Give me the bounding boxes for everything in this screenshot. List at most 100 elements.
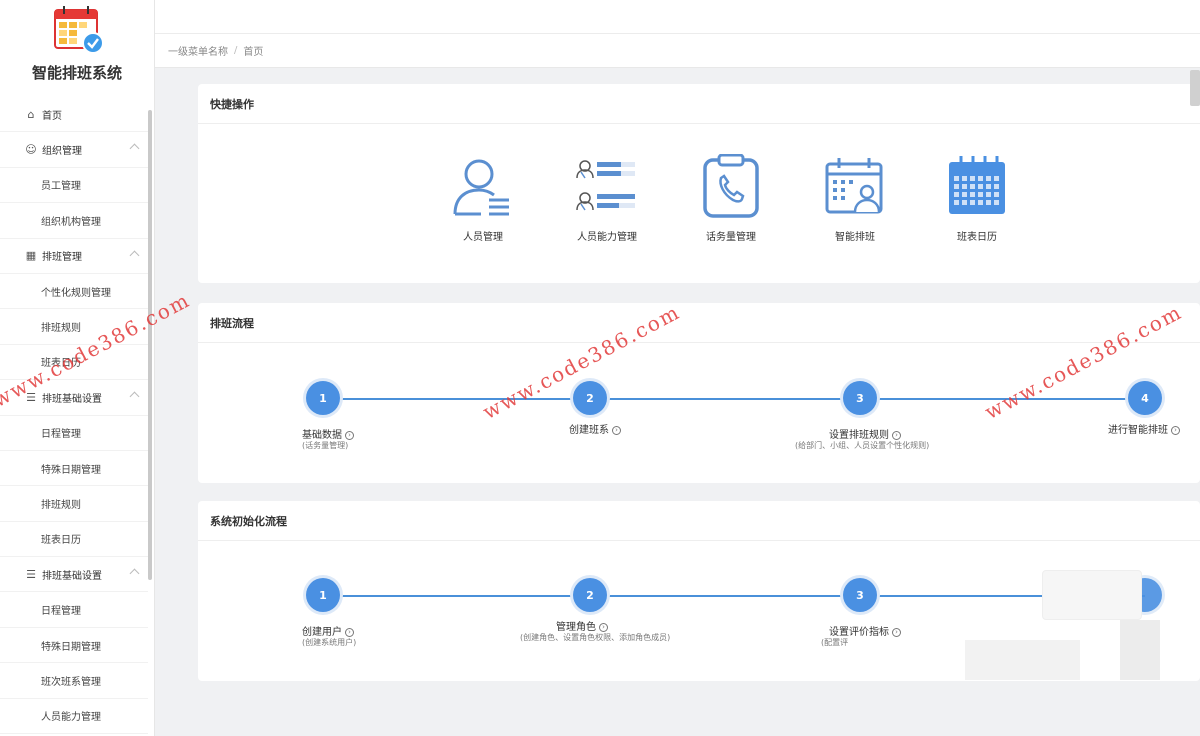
sidebar-item-label: 日程管理: [41, 606, 81, 618]
sidebar-item-label: 班次班系管理: [41, 676, 101, 688]
top-header: [155, 0, 1200, 34]
sidebar-item[interactable]: 人员能力管理: [0, 699, 148, 735]
home-icon: ⌂: [27, 107, 35, 121]
quick-actions-title: 快捷操作: [198, 84, 1200, 124]
sidebar-item-label: 班表日历: [41, 535, 81, 547]
circle-arrow-icon: ›: [612, 425, 621, 435]
app-logo-icon: [54, 6, 104, 54]
step-label-text: 创建班系: [569, 425, 609, 436]
quick-action-label: 人员管理: [463, 232, 503, 243]
sidebar-item[interactable]: 日程管理: [0, 592, 148, 628]
users-icon: ☺: [25, 143, 37, 157]
sidebar-item[interactable]: 组织机构管理: [0, 203, 148, 239]
step-label-text: 进行智能排班: [1108, 425, 1168, 436]
sidebar-item-label: 日程管理: [41, 429, 81, 441]
schedule-step-3-sub: (给部门、小组、人员设置个性化规则): [795, 441, 930, 450]
sidebar-item[interactable]: 班表日历: [0, 522, 148, 558]
sidebar-item-label: 排班管理: [42, 252, 82, 264]
overlay-patch: [1120, 620, 1160, 680]
page-scrollbar[interactable]: [1190, 70, 1200, 106]
sidebar-item-label: 特殊日期管理: [41, 641, 101, 653]
breadcrumb-current: 首页: [243, 47, 264, 58]
app-title: 智能排班系统: [31, 64, 122, 82]
phone-clipboard-icon: [703, 154, 759, 218]
sidebar-item[interactable]: 特殊日期管理: [0, 628, 148, 664]
breadcrumb-separator: /: [234, 45, 238, 56]
init-step-1-label[interactable]: 创建用户 ›: [302, 623, 354, 638]
sidebar-item-label: 组织机构管理: [41, 216, 101, 228]
calendar-grid-icon: [949, 156, 1005, 214]
sidebar-item-label: 排班基础设置: [42, 393, 102, 405]
init-step-2-sub: (创建角色、设置角色权限、添加角色成员): [520, 633, 671, 642]
init-flow-line: [323, 595, 1145, 597]
init-step-3-sub: (配置评: [821, 638, 849, 647]
chevron-up-icon[interactable]: [129, 391, 140, 402]
circle-arrow-icon: ›: [1171, 425, 1180, 435]
circle-arrow-icon: ›: [345, 430, 354, 440]
sidebar-item-label: 个性化规则管理: [41, 287, 111, 299]
init-step-3-label[interactable]: 设置评价指标 ›: [829, 623, 901, 638]
quick-action-skills-management[interactable]: 人员能力管理: [562, 154, 652, 243]
chevron-up-icon[interactable]: [129, 568, 140, 579]
schedule-step-2[interactable]: 2: [573, 381, 607, 415]
sidebar-item[interactable]: 员工管理: [0, 168, 148, 204]
overlay-logo-patch: [1042, 570, 1142, 620]
schedule-step-1-label[interactable]: 基础数据 ›: [302, 426, 354, 441]
quick-action-label: 人员能力管理: [577, 232, 637, 243]
sidebar-item[interactable]: ☺ 组织管理: [0, 132, 148, 168]
sidebar-scrollbar[interactable]: [148, 110, 152, 580]
breadcrumb-parent[interactable]: 一级菜单名称: [168, 43, 228, 58]
init-step-2[interactable]: 2: [573, 578, 607, 612]
circle-arrow-icon: ›: [599, 622, 608, 632]
init-step-3[interactable]: 3: [843, 578, 877, 612]
sidebar-item-label: 特殊日期管理: [41, 464, 101, 476]
circle-arrow-icon: ›: [345, 627, 354, 637]
schedule-step-1-sub: (话务量管理): [302, 441, 349, 450]
sidebar-item[interactable]: ☰ 排班基础设置: [0, 557, 148, 593]
sidebar-item[interactable]: ⌂ 首页: [0, 97, 148, 133]
list-icon: ☰: [26, 567, 36, 581]
schedule-step-2-label[interactable]: 创建班系 ›: [569, 421, 621, 436]
quick-action-traffic-management[interactable]: 话务量管理: [686, 154, 776, 243]
quick-actions-card: 快捷操作 人员管理 人员能力管理 话务量管理 智能排班 班表日历: [198, 84, 1200, 283]
sidebar-item-label: 排班基础设置: [42, 570, 102, 582]
sidebar-item-label: 排班规则: [41, 499, 81, 511]
schedule-flow-title: 排班流程: [198, 303, 1200, 343]
sidebar-item[interactable]: 特殊日期管理: [0, 451, 148, 487]
sidebar-item-label: 人员能力管理: [41, 712, 101, 724]
quick-action-smart-scheduling[interactable]: 智能排班: [810, 154, 900, 243]
sidebar-item-label: 员工管理: [41, 181, 81, 193]
overlay-patch: [965, 640, 1080, 680]
init-step-1[interactable]: 1: [306, 578, 340, 612]
circle-arrow-icon: ›: [892, 430, 901, 440]
sidebar-menu: ⌂ 首页 ☺ 组织管理员工管理组织机构管理 ▦ 排班管理个性化规则管理 排班规则班表日历 ☰ 排…: [0, 97, 148, 735]
sidebar-item[interactable]: 日程管理: [0, 416, 148, 451]
people-skills-icon: [576, 160, 635, 211]
calendar-person-icon: [825, 158, 883, 214]
init-step-1-sub: (创建系统用户): [302, 638, 357, 647]
quick-action-label: 智能排班: [835, 232, 875, 243]
quick-action-label: 班表日历: [957, 232, 997, 243]
schedule-step-3-label[interactable]: 设置排班规则 ›: [829, 426, 901, 441]
sidebar-item[interactable]: 个性化规则管理: [0, 274, 148, 310]
chevron-up-icon[interactable]: [129, 143, 140, 154]
sidebar-item[interactable]: ▦ 排班管理: [0, 239, 148, 274]
quick-action-schedule-calendar[interactable]: 班表日历: [932, 154, 1022, 243]
schedule-step-3[interactable]: 3: [843, 381, 877, 415]
init-step-2-label[interactable]: 管理角色 ›: [556, 618, 608, 633]
quick-action-people-management[interactable]: 人员管理: [438, 154, 528, 243]
sidebar-item[interactable]: 班次班系管理: [0, 663, 148, 699]
schedule-step-4-label[interactable]: 进行智能排班 ›: [1108, 421, 1180, 436]
chevron-up-icon[interactable]: [129, 250, 140, 261]
logo-area: 智能排班系统: [0, 0, 154, 95]
sidebar-item-label: 排班规则: [41, 323, 81, 335]
sidebar-item-label: 组织管理: [42, 146, 82, 158]
init-flow-title: 系统初始化流程: [198, 501, 1200, 541]
sidebar-item-label: 首页: [42, 110, 62, 122]
breadcrumb: 一级菜单名称 / 首页: [155, 34, 1200, 68]
schedule-step-1[interactable]: 1: [306, 381, 340, 415]
quick-action-label: 话务量管理: [706, 232, 756, 243]
sidebar-item[interactable]: 排班规则: [0, 486, 148, 522]
schedule-step-4[interactable]: 4: [1128, 381, 1162, 415]
calendar-icon: ▦: [25, 249, 37, 263]
